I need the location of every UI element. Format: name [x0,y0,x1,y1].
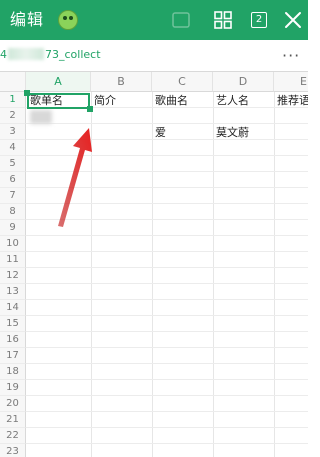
frog-avatar-icon[interactable] [58,10,78,30]
column-header-a[interactable]: A [26,72,91,92]
selected-cell-a1[interactable] [27,93,90,109]
file-name-suffix: 73_collect [45,48,101,61]
file-bar: 4 73_collect ··· [0,40,308,72]
row-header-12[interactable]: 12 [0,268,26,284]
column-divider [91,92,92,457]
row-divider [26,251,308,252]
more-options-button[interactable]: ··· [282,46,300,65]
tabs-count-icon[interactable]: 2 [249,9,271,31]
row-header-19[interactable]: 19 [0,380,26,396]
selection-handle-bottom-right[interactable] [87,106,93,112]
row-header-11[interactable]: 11 [0,252,26,268]
tabs-count: 2 [251,12,267,28]
column-divider [152,92,153,457]
row-divider [26,315,308,316]
row-divider [26,411,308,412]
row-header-10[interactable]: 10 [0,236,26,252]
blurred-text [8,48,44,60]
row-divider [26,155,308,156]
corner-cell[interactable] [0,72,26,92]
row-divider [26,427,308,428]
row-divider [26,267,308,268]
row-divider [26,347,308,348]
spreadsheet-grid[interactable]: A B C D E 1 2 3 4 5 6 7 8 9 10 11 12 13 14 15 16 17 18 19 2… [0,72,308,457]
row-header-9[interactable]: 9 [0,220,26,236]
row-divider [26,395,308,396]
row-header-7[interactable]: 7 [0,188,26,204]
row-divider [26,171,308,172]
column-header-b[interactable]: B [91,72,152,92]
row-divider [26,123,308,124]
row-divider [26,219,308,220]
row-header-15[interactable]: 15 [0,316,26,332]
blurred-cell-a2 [30,110,52,124]
column-divider [213,92,214,457]
edit-button[interactable]: 编辑 [10,10,44,30]
row-divider [26,331,308,332]
row-header-20[interactable]: 20 [0,396,26,412]
row-header-1[interactable]: 1 [0,92,26,108]
row-divider [26,299,308,300]
file-name[interactable]: 4 73_collect [0,48,101,61]
selection-handle-top-left[interactable] [24,90,30,96]
row-divider [26,443,308,444]
close-icon[interactable] [282,9,304,31]
row-divider [26,379,308,380]
row-divider [26,363,308,364]
cell-d1[interactable]: 艺人名 [214,93,274,109]
cell-c3[interactable]: 爱 [153,125,213,141]
row-header-23[interactable]: 23 [0,444,26,457]
row-divider [26,187,308,188]
column-header-d[interactable]: D [213,72,274,92]
row-header-17[interactable]: 17 [0,348,26,364]
row-header-8[interactable]: 8 [0,204,26,220]
cell-d3[interactable]: 莫文蔚 [214,125,274,141]
row-header-3[interactable]: 3 [0,124,26,140]
row-header-16[interactable]: 16 [0,332,26,348]
row-header-22[interactable]: 22 [0,428,26,444]
file-name-prefix: 4 [0,48,7,61]
cell-b1[interactable]: 简介 [92,93,152,109]
row-divider [26,235,308,236]
row-header-18[interactable]: 18 [0,364,26,380]
row-header-5[interactable]: 5 [0,156,26,172]
grid-view-icon[interactable] [212,9,234,31]
row-divider [26,203,308,204]
row-header-2[interactable]: 2 [0,108,26,124]
row-header-21[interactable]: 21 [0,412,26,428]
faded-icon [172,12,190,28]
column-header-c[interactable]: C [152,72,213,92]
row-header-13[interactable]: 13 [0,284,26,300]
row-divider [26,283,308,284]
column-divider [274,92,275,457]
column-header-e[interactable]: E [274,72,308,92]
row-header-4[interactable]: 4 [0,140,26,156]
cell-c1[interactable]: 歌曲名 [153,93,213,109]
row-header-14[interactable]: 14 [0,300,26,316]
top-toolbar: 编辑 2 [0,0,308,40]
cell-e1[interactable]: 推荐语 [275,93,308,109]
row-header-6[interactable]: 6 [0,172,26,188]
